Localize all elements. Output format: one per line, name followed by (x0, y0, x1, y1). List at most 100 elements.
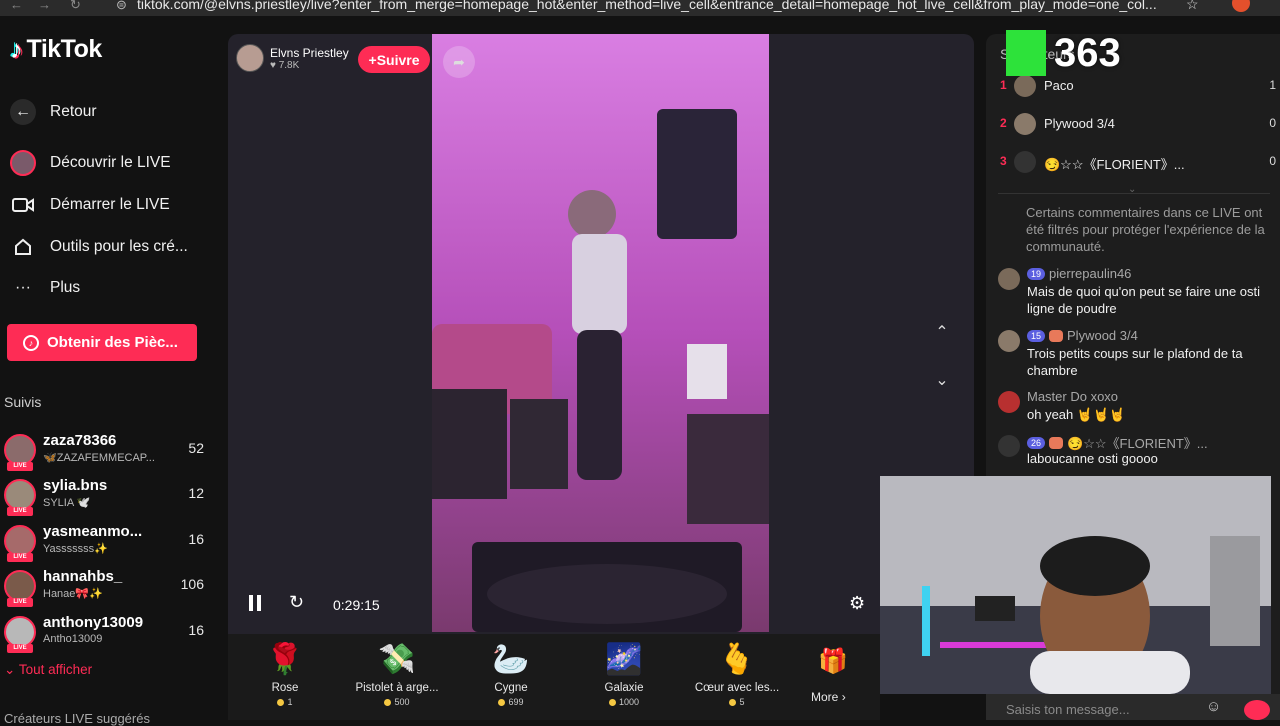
gift-price: 500 (342, 697, 452, 707)
chevron-down-icon: ⌄ (935, 372, 949, 389)
gift-price: 1000 (569, 697, 679, 707)
chat-username: pierrepaulin46 (1049, 266, 1132, 281)
follow-button[interactable]: + Suivre (358, 46, 430, 73)
rank-number: 3 (1000, 154, 1007, 168)
chat-username-row[interactable]: 19 pierrepaulin46 (1027, 266, 1131, 281)
ranking-name: Plywood 3/4 (1044, 116, 1115, 131)
ranking-name: 😏☆☆《FLORIENT》... (1044, 157, 1185, 172)
viewer-count: 106 (180, 576, 204, 592)
next-stream-button[interactable]: ⌄ (928, 370, 956, 390)
stream-scene-image (432, 34, 769, 632)
avatar[interactable] (998, 268, 1020, 290)
ranking-score: 0 (1269, 154, 1276, 168)
host-avatar[interactable] (236, 44, 264, 72)
avatar (1014, 151, 1036, 173)
ranking-score: 0 (1269, 116, 1276, 130)
nav-discover-live[interactable]: Découvrir le LIVE (10, 150, 171, 176)
following-item[interactable]: LIVE hannahbs_ Hanae🎀✨ 106 (4, 568, 214, 608)
plus-icon: + (368, 51, 377, 68)
gift-price: 1 (230, 697, 340, 707)
gift-box-icon[interactable]: 🎁 (818, 646, 848, 676)
level-badge: 15 (1027, 329, 1046, 342)
arrow-left-icon: ← (10, 99, 36, 125)
host-info[interactable]: Elvns Priestley ♥ 7.8K (236, 44, 349, 72)
following-name: zaza78366 (43, 432, 117, 449)
bookmark-star-icon[interactable]: ☆ (1186, 0, 1199, 13)
gift-item[interactable]: 🫰 Cœur avec les... 5 (682, 640, 792, 708)
live-badge: LIVE (7, 507, 33, 516)
get-coins-button[interactable]: ♪ Obtenir des Pièc... (7, 324, 197, 361)
camera-icon (10, 192, 36, 218)
following-item[interactable]: LIVE zaza78366 🦋ZAZAFEMMECAP... 52 (4, 432, 214, 472)
live-badge: LIVE (7, 644, 33, 653)
live-video-frame[interactable] (432, 34, 769, 632)
nav-creator-tools[interactable]: Outils pour les cré... (10, 234, 188, 260)
emoji-icon[interactable]: ☺ (1206, 698, 1221, 715)
pause-button[interactable] (248, 594, 262, 617)
chat-text: oh yeah 🤘🤘🤘 (1027, 407, 1126, 422)
tiktok-logo[interactable]: ♪ TikTok (10, 34, 102, 65)
following-item[interactable]: LIVE yasmeanmo... Yasssssss✨ 16 (4, 523, 214, 563)
live-player[interactable]: Elvns Priestley ♥ 7.8K + Suivre ➦ ⌃ ⌄ ↻ 0… (228, 34, 974, 634)
kick-logo-icon (1006, 30, 1046, 76)
gift-item[interactable]: 🦢 Cygne 699 (456, 640, 566, 708)
chat-username-row[interactable]: 15 Plywood 3/4 (1027, 328, 1138, 343)
gift-item[interactable]: 🌹 Rose 1 (230, 640, 340, 708)
following-item[interactable]: LIVE anthony13009 Antho13009 16 (4, 614, 214, 654)
ranking-row[interactable]: 1 Paco 1 (1000, 72, 1276, 100)
previous-stream-button[interactable]: ⌃ (928, 322, 956, 342)
avatar[interactable] (998, 391, 1020, 413)
following-item[interactable]: LIVE sylia.bns SYLIA 🕊️ 12 (4, 477, 214, 517)
gift-name: Galaxie (604, 682, 644, 694)
avatar (1014, 75, 1036, 97)
share-arrow-icon: ➦ (453, 53, 465, 70)
more-gifts-button[interactable]: More › (811, 690, 846, 704)
address-text[interactable]: tiktok.com/@elvns.priestley/live?enter_f… (137, 0, 1177, 12)
profile-avatar-icon[interactable] (1232, 0, 1250, 12)
gift-bar: 🌹 Rose 1 💸 Pistolet à arge... 500 🦢 Cygn… (228, 634, 880, 720)
home-icon (10, 234, 36, 260)
show-all-link[interactable]: ⌄ Tout afficher (4, 662, 92, 678)
following-title: Suivis (4, 394, 42, 410)
forward-arrow-icon[interactable]: → (38, 0, 51, 12)
gift-name: Cygne (494, 682, 528, 694)
galaxy-icon: 🌌 (605, 642, 643, 676)
coin-icon: ♪ (23, 334, 39, 351)
gift-item[interactable]: 🌌 Galaxie 1000 (569, 640, 679, 708)
money-gun-icon: 💸 (378, 642, 416, 676)
nav-more[interactable]: ··· Plus (10, 275, 80, 301)
site-info-icon[interactable]: ⊜ (116, 0, 127, 13)
chat-input-placeholder: Saisis ton message... (1006, 702, 1130, 717)
host-name: Elvns Priestley (270, 45, 349, 60)
nav-back[interactable]: ← Retour (10, 99, 97, 125)
chat-username-row[interactable]: Master Do xoxo (1027, 389, 1118, 404)
nav-start-live[interactable]: Démarrer le LIVE (10, 192, 170, 218)
chat-input[interactable]: Saisis ton message... ☺ (986, 694, 1280, 720)
following-subtitle: SYLIA 🕊️ (43, 497, 91, 509)
back-arrow-icon[interactable]: ← (10, 0, 23, 12)
following-subtitle: Yasssssss✨ (43, 543, 108, 555)
avatar[interactable] (998, 435, 1020, 457)
expand-rankings-icon[interactable]: ⌄ (1128, 184, 1136, 195)
avatar[interactable] (998, 330, 1020, 352)
chat-username: Plywood 3/4 (1067, 328, 1138, 343)
gift-item[interactable]: 💸 Pistolet à arge... 500 (342, 640, 452, 708)
more-label: More (811, 690, 839, 704)
settings-button[interactable]: ⚙ (849, 593, 865, 614)
live-avatar-icon (10, 150, 36, 176)
live-badge: LIVE (7, 553, 33, 562)
nav-label: Plus (50, 279, 81, 296)
rank-number: 2 (1000, 116, 1007, 130)
following-name: hannahbs_ (43, 568, 123, 585)
fan-badge-icon (1049, 329, 1064, 342)
reload-icon[interactable]: ↻ (70, 0, 81, 13)
send-heart-button[interactable] (1244, 700, 1270, 720)
ranking-row[interactable]: 3 😏☆☆《FLORIENT》... 0 (1000, 148, 1276, 176)
chevron-up-icon: ⌃ (935, 324, 949, 341)
live-badge: LIVE (7, 598, 33, 607)
level-badge: 19 (1027, 267, 1046, 280)
share-button[interactable]: ➦ (443, 46, 475, 78)
refresh-button[interactable]: ↻ (289, 592, 304, 613)
following-subtitle: Antho13009 (43, 633, 103, 645)
ranking-row[interactable]: 2 Plywood 3/4 0 (1000, 110, 1276, 138)
